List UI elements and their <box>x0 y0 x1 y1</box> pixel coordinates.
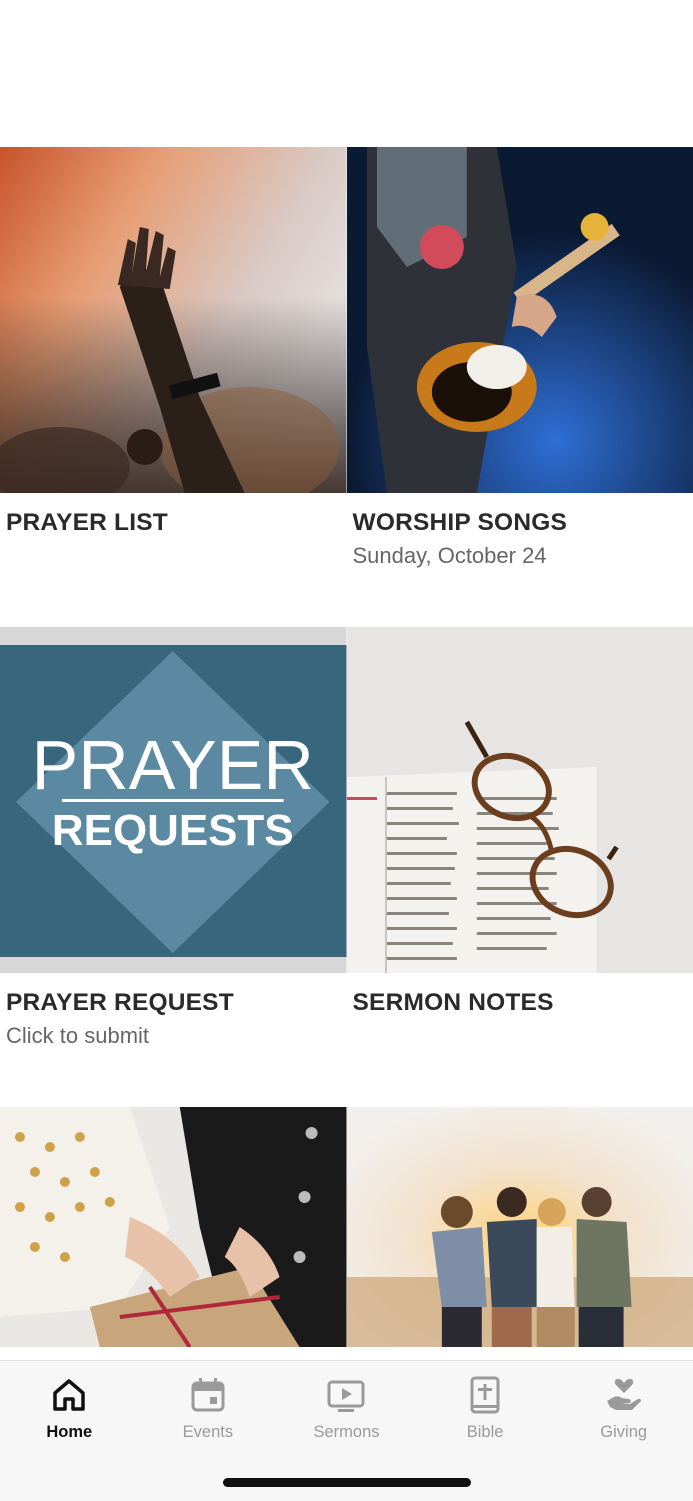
tile-title: WORSHIP SONGS <box>353 509 568 537</box>
prayer-requests-graphic: PRAYER REQUESTS <box>0 627 347 973</box>
tab-label: Sermons <box>313 1423 379 1442</box>
tile-worship-songs[interactable]: WORSHIP SONGS Sunday, October 24 <box>347 147 693 627</box>
home-grid: PRAYER LIST <box>0 147 693 1347</box>
tile-prayer-list[interactable]: PRAYER LIST <box>0 147 347 627</box>
tab-list: Home Events Sermons <box>0 1361 693 1461</box>
tile-title: SERMON NOTES <box>353 989 554 1017</box>
tab-giving[interactable]: Giving <box>554 1361 693 1461</box>
home-indicator <box>223 1478 471 1487</box>
tab-label: Bible <box>467 1423 504 1442</box>
tab-events[interactable]: Events <box>139 1361 278 1461</box>
grid-row: PRAYER LIST <box>0 147 693 627</box>
tab-bible[interactable]: Bible <box>416 1361 555 1461</box>
tab-label: Events <box>183 1423 233 1442</box>
tile-community[interactable] <box>347 1107 693 1347</box>
guitar-player-image <box>347 147 693 493</box>
gift-wrapping-image <box>0 1107 347 1347</box>
bible-icon <box>465 1375 505 1415</box>
tile-subtitle: Click to submit <box>6 1023 149 1049</box>
calendar-icon <box>188 1375 228 1415</box>
tile-prayer-request[interactable]: PRAYER REQUESTS PRAYER REQUEST Click to … <box>0 627 347 1107</box>
bible-glasses-image <box>347 627 693 973</box>
tab-label: Giving <box>600 1423 647 1442</box>
giving-hand-icon <box>604 1375 644 1415</box>
graphic-line1: PRAYER <box>32 726 314 804</box>
play-screen-icon <box>326 1375 366 1415</box>
tile-gift[interactable] <box>0 1107 347 1347</box>
tile-title: PRAYER LIST <box>6 509 168 537</box>
tab-sermons[interactable]: Sermons <box>277 1361 416 1461</box>
worship-hand-image <box>0 147 347 493</box>
tab-label: Home <box>46 1423 92 1442</box>
friends-sunset-image <box>347 1107 693 1347</box>
grid-row <box>0 1107 693 1347</box>
tile-subtitle: Sunday, October 24 <box>353 543 547 569</box>
tile-title: PRAYER REQUEST <box>6 989 234 1017</box>
tab-home[interactable]: Home <box>0 1361 139 1461</box>
graphic-line2: REQUESTS <box>52 806 294 855</box>
home-icon <box>49 1375 89 1415</box>
grid-row: PRAYER REQUESTS PRAYER REQUEST Click to … <box>0 627 693 1107</box>
tile-sermon-notes[interactable]: SERMON NOTES <box>347 627 693 1107</box>
